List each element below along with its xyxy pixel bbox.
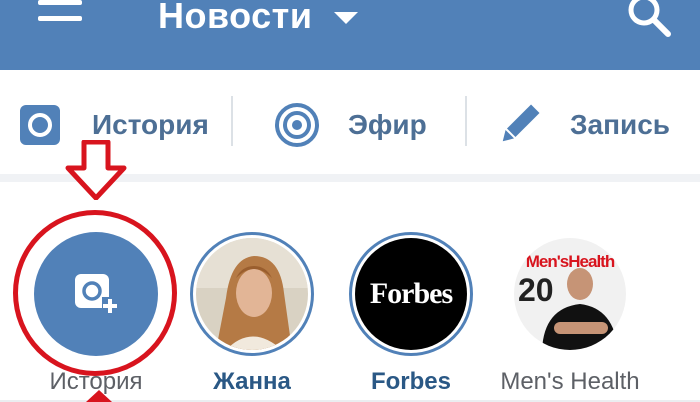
story-ring: Men'sHealth 20 — [508, 232, 632, 356]
page-title: Новости — [158, 0, 313, 36]
live-action-label: Эфир — [348, 109, 427, 140]
live-broadcast-icon — [274, 102, 320, 148]
story-item-mens-health[interactable]: Men'sHealth 20 Men's Health — [490, 182, 650, 400]
divider — [231, 96, 233, 146]
forbes-logo: Forbes — [355, 238, 467, 350]
chevron-down-icon — [334, 12, 359, 24]
feed-selector[interactable]: Новости — [158, 0, 359, 44]
story-ring: Forbes — [349, 232, 473, 356]
pencil-icon — [496, 102, 542, 148]
live-action-button[interactable]: Эфир — [274, 70, 427, 180]
stories-row: История Жанна Forbes Forbes Men'sHealth … — [0, 182, 700, 400]
story-label: Men's Health — [500, 368, 640, 395]
story-label: Жанна — [213, 368, 291, 395]
story-action-label: История — [92, 109, 209, 140]
avatar — [196, 238, 308, 350]
story-ring — [190, 232, 314, 356]
camera-square-icon — [18, 103, 62, 147]
story-item-zhanna[interactable]: Жанна — [172, 182, 332, 400]
hamburger-menu-icon[interactable] — [38, 0, 84, 40]
highlight-circle — [13, 210, 177, 376]
annotation-arrow-down — [65, 140, 127, 200]
post-action-button[interactable]: Запись — [496, 70, 670, 180]
mens-health-cover: Men'sHealth 20 — [514, 238, 626, 350]
divider — [465, 96, 467, 146]
top-header: Новости — [0, 0, 700, 70]
post-action-label: Запись — [570, 109, 671, 140]
story-item-forbes[interactable]: Forbes Forbes — [331, 182, 491, 400]
search-icon[interactable] — [626, 0, 672, 38]
story-label: Forbes — [370, 368, 451, 395]
